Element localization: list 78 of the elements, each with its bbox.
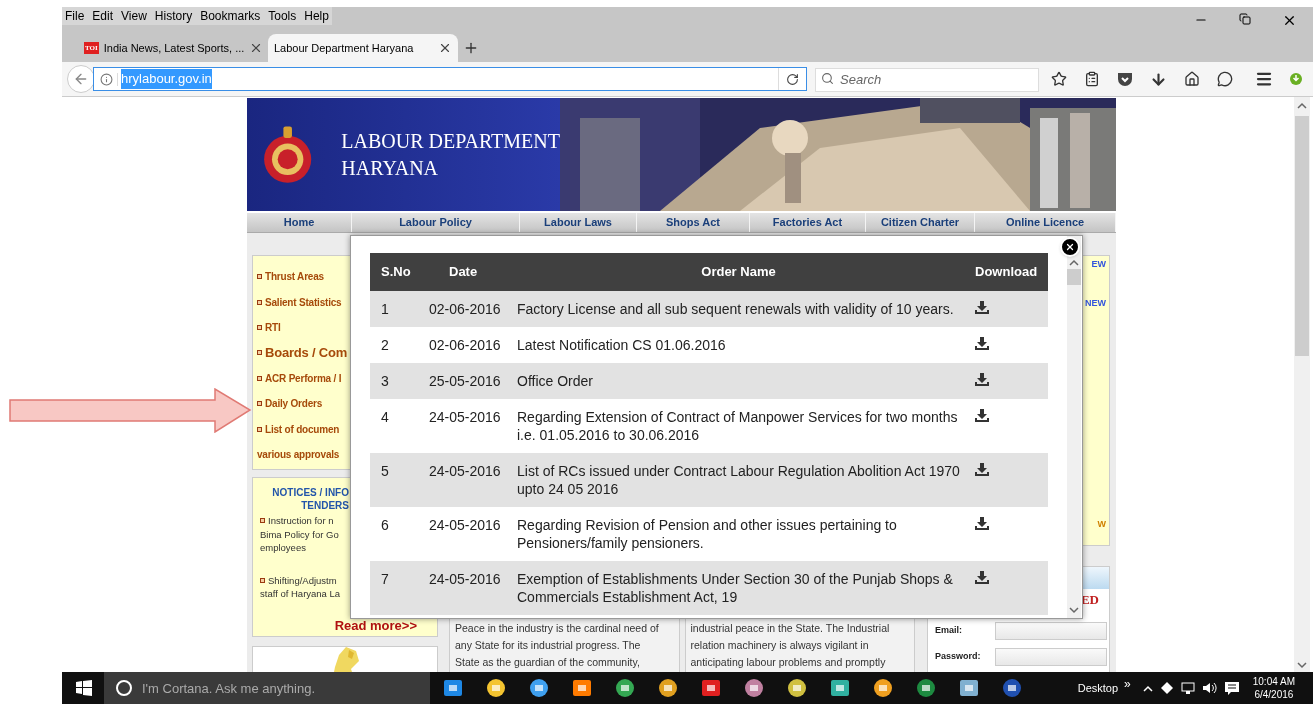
notices-heading: TENDERS — [301, 499, 349, 512]
nav-link[interactable]: Labour Policy — [352, 213, 520, 232]
notice-text: Bima Policy for Go — [260, 527, 339, 541]
date-cell: 24-05-2016 — [429, 517, 501, 533]
nav-link[interactable]: Shops Act — [637, 213, 750, 232]
read-more-link[interactable]: Read more>> — [334, 615, 417, 635]
nav-link[interactable]: Home — [247, 213, 352, 232]
date-cell: 25-05-2016 — [429, 373, 501, 389]
menu-item[interactable]: Help — [304, 7, 329, 25]
menu-item[interactable]: File — [65, 7, 85, 25]
new-label: EW — [1091, 258, 1106, 271]
sidebar-link[interactable]: ACR Performa / I — [265, 370, 342, 386]
browser-tab[interactable]: Labour Department Haryana — [268, 34, 458, 62]
clock-time[interactable]: 10:04 AM — [1252, 675, 1295, 688]
date-cell: 02-06-2016 — [429, 301, 501, 317]
tab-title: Labour Department Haryana — [274, 40, 415, 56]
sidebar-link[interactable]: Thrust Areas — [265, 269, 324, 285]
site-title: HARYANA — [341, 155, 440, 181]
order-name-cell: Regarding Revision of Pension and other issues pertaining to Pensioners/family pensioners. — [517, 517, 897, 551]
column-header: Date — [449, 264, 478, 280]
serial-cell: 1 — [381, 301, 389, 317]
date-cell: 02-06-2016 — [429, 337, 501, 353]
menu-item[interactable]: Tools — [268, 7, 297, 25]
desktop-label[interactable]: Desktop — [1077, 679, 1119, 697]
field-label: Password: — [935, 650, 982, 664]
sidebar-link[interactable]: RTI — [265, 319, 281, 335]
notice-text: Shifting/Adjustm — [268, 573, 337, 587]
serial-cell: 2 — [381, 337, 389, 353]
serial-cell: 5 — [381, 463, 389, 479]
intro-text: Peace in the industry is the cardinal need of — [455, 621, 660, 636]
intro-text: industrial peace in the State. The Industrial — [690, 621, 891, 636]
order-name-cell: List of RCs issued under Contract Labour Regulation Abolition Act 1970 upto 24 05 2016 — [517, 463, 960, 497]
order-name-cell: Regarding Extension of Contract of Manpower Services for two months i.e. 01.05.2016 to 30.06.2016 — [517, 409, 958, 443]
sidebar-link[interactable]: Salient Statistics — [265, 294, 342, 310]
intro-text: any State for its industrial progress. The — [455, 638, 642, 653]
date-cell: 24-05-2016 — [429, 463, 501, 479]
column-header: Order Name — [701, 264, 776, 280]
notices-heading: NOTICES / INFO — [272, 486, 349, 499]
serial-cell: 7 — [381, 571, 389, 587]
date-cell: 24-05-2016 — [429, 571, 501, 587]
notice-text: employees — [260, 541, 306, 555]
serial-cell: 4 — [381, 409, 389, 425]
menu-item[interactable]: Bookmarks — [200, 7, 261, 25]
new-label: NEW — [1085, 296, 1106, 310]
order-name-cell: Office Order — [517, 373, 593, 389]
column-header: Download — [975, 264, 1038, 280]
search-field[interactable]: Search — [815, 67, 1039, 92]
nav-link[interactable]: Labour Laws — [520, 213, 637, 232]
order-name-cell: Factory License and all sub sequent renewals with validity of 10 years. — [517, 301, 954, 317]
order-name-cell: Exemption of Establishments Under Section 30 of the Punjab Shops & Commercials Establishment Act, 19 — [517, 571, 953, 605]
site-title: LABOUR DEPARTMENT — [341, 128, 560, 154]
notice-text: Instruction for n — [268, 514, 334, 528]
field-label: Email: — [935, 624, 963, 638]
cortana-search[interactable]: I'm Cortana. Ask me anything. — [104, 672, 430, 704]
intro-text: State as the guardian of the community, — [455, 655, 641, 670]
nav-link[interactable]: Online Licence — [975, 213, 1116, 232]
intro-text: relation machinery is always vigilant in — [690, 638, 870, 653]
menu-item[interactable]: Edit — [92, 7, 114, 25]
clock-date[interactable]: 6/4/2016 — [1254, 688, 1294, 701]
sidebar-link[interactable]: Daily Orders — [265, 396, 323, 412]
menu-item[interactable]: History — [154, 7, 193, 25]
serial-cell: 3 — [381, 373, 389, 389]
sidebar-link[interactable]: various approvals — [257, 446, 340, 462]
order-name-cell: Latest Notification CS 01.06.2016 — [517, 337, 726, 353]
overflow-toggle[interactable]: » — [1124, 675, 1131, 693]
tab-title: India News, Latest Sports, ... — [103, 40, 245, 56]
url-text: hrylabour.gov.in — [121, 69, 212, 89]
nav-link[interactable]: Citizen Charter — [866, 213, 975, 232]
sidebar-link[interactable]: List of documen — [265, 421, 340, 437]
column-header: S.No — [381, 264, 411, 280]
new-label: W — [1097, 518, 1106, 531]
notice-text: staff of Haryana La — [260, 587, 341, 601]
nav-link[interactable]: Factories Act — [750, 213, 866, 232]
sidebar-link[interactable]: Boards / Com — [265, 343, 348, 363]
menu-item[interactable]: View — [121, 7, 147, 25]
date-cell: 24-05-2016 — [429, 409, 501, 425]
serial-cell: 6 — [381, 517, 389, 533]
intro-text: anticipating labour problems and promptly — [690, 655, 887, 670]
